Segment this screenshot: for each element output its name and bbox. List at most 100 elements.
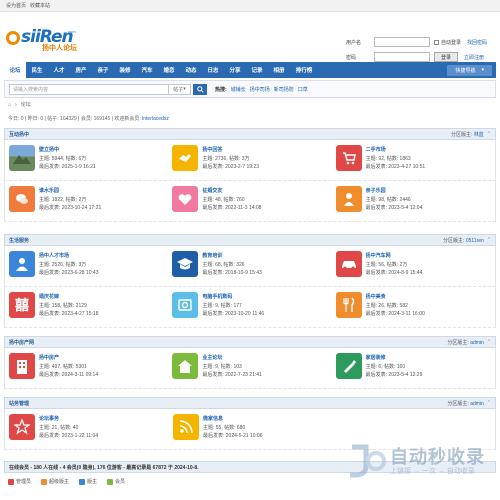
- board-item[interactable]: 二手市场 主题: 92, 帖数: 1863 最后发表: 2023-4-27 10…: [332, 140, 495, 180]
- board-item[interactable]: 业主论坛 主题: 9, 帖数: 103 最后发表: 2022-7-23 21:4…: [168, 348, 331, 388]
- board-last-post[interactable]: 最后发表: 2024-3-11 09:14: [39, 371, 98, 378]
- moderator-link[interactable]: 0511ren: [466, 238, 484, 244]
- board-item[interactable]: 谁水乐园 主题: 1822, 帖数: 2万 最后发表: 2023-10-24 1…: [5, 181, 168, 221]
- section-header[interactable]: 扬中房产网 分区版主: admin ⌃: [4, 336, 496, 348]
- board-item[interactable]: 教育培训 主题: 68, 帖数: 326 最后发表: 2018-10-9 15:…: [168, 246, 331, 286]
- nav-item[interactable]: 动态: [180, 62, 202, 78]
- board-last-post[interactable]: 最后发表: 2022-11-3 14:08: [202, 204, 261, 211]
- set-home-link[interactable]: 设为首页: [6, 2, 26, 9]
- board-last-post[interactable]: 最后发表: 2024-3-11 16:00: [366, 310, 425, 317]
- board-last-post[interactable]: 最后发表: 2023-4-27 15:18: [39, 310, 98, 317]
- board-item[interactable]: 扬中回答 主题: 2736, 帖数: 3万 最后发表: 2023-2-7 19:…: [168, 140, 331, 180]
- board-name[interactable]: 论坛事务: [39, 415, 59, 422]
- site-logo[interactable]: siiRen com 扬中人论坛: [6, 27, 86, 53]
- bookmark-link[interactable]: 收藏本站: [30, 2, 50, 9]
- board-name[interactable]: 微家信息: [203, 415, 223, 422]
- board-last-post[interactable]: 最后发表: 2023-2-7 19:23: [202, 163, 259, 170]
- search-input[interactable]: 请输入搜索内容: [9, 83, 169, 95]
- board-last-post[interactable]: 最后发表: 2023-6-28 10:43: [39, 269, 98, 276]
- hot-search-link[interactable]: 城铺长: [231, 86, 246, 93]
- board-name[interactable]: 电脑手机数码: [202, 293, 232, 300]
- nav-item[interactable]: 亲子: [92, 62, 114, 78]
- section-title[interactable]: 互动扬中: [9, 131, 29, 138]
- board-item[interactable]: 扬中汽车网 主题: 56, 帖数: 2万 最后发表: 2024-8-9 15:4…: [332, 246, 495, 286]
- nav-item[interactable]: 婚恋: [158, 62, 180, 78]
- nav-item[interactable]: 房产: [70, 62, 92, 78]
- board-last-post[interactable]: 最后发表: 2023-5-4 12:29: [366, 371, 423, 378]
- section-title[interactable]: 扬中房产网: [9, 339, 34, 346]
- nav-item[interactable]: 汽车: [136, 62, 158, 78]
- nav-item[interactable]: 相册: [268, 62, 290, 78]
- board-item[interactable]: 亲子乐园 主题: 98, 帖数: 2446 最后发表: 2023-5-4 12:…: [332, 181, 495, 221]
- board-last-post[interactable]: 最后发表: 2022-7-23 21:41: [202, 371, 261, 378]
- search-type-select[interactable]: 帖子 ▾: [169, 83, 191, 95]
- board-name[interactable]: 扬中汽车网: [366, 252, 391, 259]
- board-item[interactable]: 扬中人才市场 主题: 2526, 帖数: 3万 最后发表: 2023-6-28 …: [5, 246, 168, 286]
- hot-search-link[interactable]: 新司扬防: [274, 86, 294, 93]
- register-link[interactable]: 立即注册: [464, 54, 484, 61]
- hot-search-link[interactable]: 口草: [298, 86, 308, 93]
- board-last-post[interactable]: 最后发表: 2023-1-22 11:04: [39, 432, 98, 439]
- board-item[interactable]: 论坛事务 主题: 21, 帖数: 40 最后发表: 2023-1-22 11:0…: [5, 409, 169, 449]
- section-title[interactable]: 站务管理: [9, 400, 29, 407]
- nav-item[interactable]: 论坛: [4, 62, 26, 78]
- section-header[interactable]: 互动扬中 分区版主: 林蓝 ⌃: [4, 128, 496, 140]
- board-last-post[interactable]: 最后发表: 2023-10-20 11:46: [202, 310, 264, 317]
- board-name[interactable]: 壁立扬中: [39, 146, 59, 153]
- search-button[interactable]: [193, 83, 207, 95]
- board-item[interactable]: 扬中美食 主题: 26, 帖数: 582 最后发表: 2024-3-11 16:…: [332, 287, 495, 327]
- board-item[interactable]: 扬中房产 主题: 497, 帖数: 5301 最后发表: 2024-3-11 0…: [5, 348, 168, 388]
- nav-item[interactable]: 日志: [202, 62, 224, 78]
- breadcrumb-forum[interactable]: 论坛: [21, 101, 31, 108]
- collapse-icon[interactable]: ⌃: [487, 400, 491, 406]
- moderator-link[interactable]: admin: [470, 340, 484, 346]
- board-item[interactable]: 征婚交友 主题: 48, 帖数: 760 最后发表: 2022-11-3 14:…: [168, 181, 331, 221]
- board-name[interactable]: 扬中人才市场: [39, 252, 69, 259]
- board-name[interactable]: 扬中美食: [366, 293, 386, 300]
- collapse-icon[interactable]: ⌃: [487, 237, 491, 243]
- board-item[interactable]: 电脑手机数码 主题: 9, 帖数: 177 最后发表: 2023-10-20 1…: [168, 287, 331, 327]
- password-input[interactable]: [374, 52, 430, 62]
- board-last-post[interactable]: 最后发表: 2023-10-24 17:21: [39, 204, 101, 211]
- board-item[interactable]: 家居装修 主题: 6, 帖数: 160 最后发表: 2023-5-4 12:29: [332, 348, 495, 388]
- board-name[interactable]: 亲子乐园: [366, 187, 386, 194]
- nav-item[interactable]: 装修: [114, 62, 136, 78]
- board-last-post[interactable]: 最后发表: 2025-1-9 16:21: [39, 163, 96, 170]
- nav-item[interactable]: 人才: [48, 62, 70, 78]
- moderator-link[interactable]: admin: [470, 401, 484, 407]
- quick-nav-button[interactable]: 快捷导航 ▾: [447, 64, 492, 76]
- board-name[interactable]: 家居装修: [366, 354, 386, 361]
- nav-item[interactable]: 记录: [246, 62, 268, 78]
- username-input[interactable]: [374, 37, 430, 47]
- nav-item[interactable]: 分享: [224, 62, 246, 78]
- board-last-post[interactable]: 最后发表: 2023-4-27 10:51: [366, 163, 425, 170]
- board-last-post[interactable]: 最后发表: 2023-5-4 12:04: [366, 204, 423, 211]
- section-title[interactable]: 生活服务: [9, 237, 29, 244]
- auto-login-checkbox[interactable]: [434, 39, 439, 45]
- collapse-icon[interactable]: ⌃: [487, 131, 491, 137]
- moderator-link[interactable]: 林蓝: [474, 132, 484, 138]
- hot-search-link[interactable]: 扬中司扬: [250, 86, 270, 93]
- new-member-link[interactable]: lnterlacedsz: [142, 116, 169, 122]
- board-name[interactable]: 征婚交友: [202, 187, 222, 194]
- board-last-post[interactable]: 最后发表: 2024-8-9 15:44: [366, 269, 423, 276]
- find-password-link[interactable]: 找回密码: [467, 39, 487, 46]
- board-last-post[interactable]: 最后发表: 2018-10-9 15:43: [202, 269, 261, 276]
- board-item[interactable]: 壁立扬中 主题: 5944, 帖数: 6万 最后发表: 2025-1-9 16:…: [5, 140, 168, 180]
- login-button[interactable]: 登录: [434, 52, 459, 62]
- board-name[interactable]: 谁水乐园: [39, 187, 59, 194]
- board-item[interactable]: 囍 婚庆花嫁 主题: 158, 帖数: 2129 最后发表: 2023-4-27…: [5, 287, 168, 327]
- board-name[interactable]: 业主论坛: [202, 354, 222, 361]
- board-name[interactable]: 婚庆花嫁: [39, 293, 59, 300]
- board-name[interactable]: 扬中回答: [202, 146, 222, 153]
- section-header[interactable]: 生活服务 分区版主: 0511ren ⌃: [4, 234, 496, 246]
- collapse-icon[interactable]: ⌃: [487, 339, 491, 345]
- home-icon[interactable]: ⌂: [8, 102, 11, 108]
- board-item[interactable]: 微家信息 主题: 55, 帖数: 680 最后发表: 2024-5-21 10:…: [169, 409, 333, 449]
- board-name[interactable]: 教育培训: [202, 252, 222, 259]
- board-name[interactable]: 二手市场: [366, 146, 386, 153]
- board-last-post[interactable]: 最后发表: 2024-5-21 10:06: [203, 432, 262, 439]
- nav-item[interactable]: 民生: [26, 62, 48, 78]
- nav-item[interactable]: 排行榜: [290, 62, 318, 78]
- board-name[interactable]: 扬中房产: [39, 354, 59, 361]
